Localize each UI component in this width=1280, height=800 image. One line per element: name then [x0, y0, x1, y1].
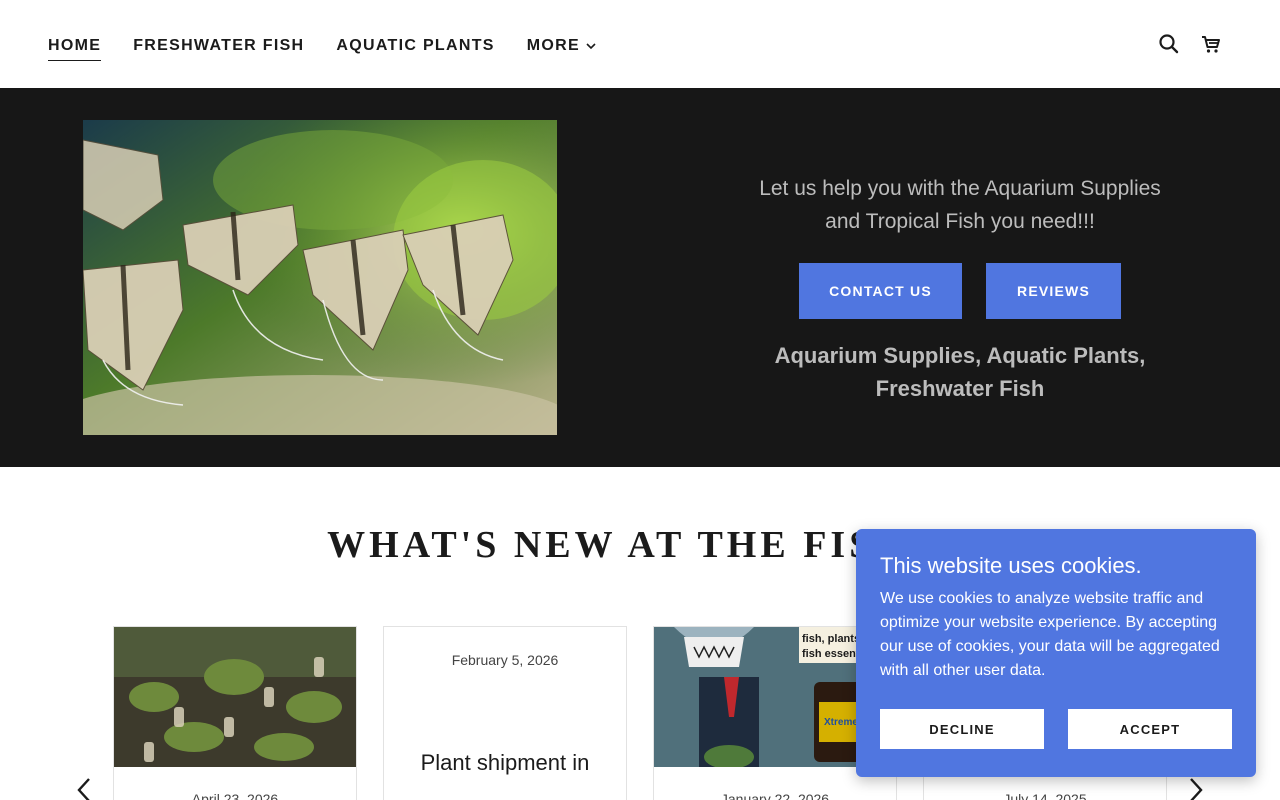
card-jar-text: Xtreme — [824, 717, 858, 728]
carousel-prev-arrow-icon[interactable] — [74, 776, 94, 800]
hero-subtitle: Aquarium Supplies, Aquatic Plants, Fresh… — [774, 343, 1146, 401]
hero-buttons: CONTACT US REVIEWS — [740, 263, 1180, 319]
page: HOME FRESHWATER FISH AQUATIC PLANTS MORE — [0, 0, 1280, 800]
hero-tagline: Let us help you with the Aquarium Suppli… — [759, 177, 1161, 233]
nav-more[interactable]: MORE — [527, 37, 596, 55]
cookie-buttons: DECLINE ACCEPT — [880, 709, 1232, 749]
hero-section: Let us help you with the Aquarium Suppli… — [0, 88, 1280, 467]
nav-more-label: MORE — [526, 37, 580, 54]
carousel-next-arrow-icon[interactable] — [1186, 776, 1206, 800]
nav-freshwater-fish-label: FRESHWATER FISH — [133, 37, 305, 54]
cart-icon[interactable] — [1200, 33, 1222, 55]
hero-text-block: Let us help you with the Aquarium Suppli… — [740, 172, 1180, 405]
nav-home[interactable]: HOME — [48, 37, 102, 61]
cookie-banner: This website uses cookies. We use cookie… — [856, 529, 1256, 777]
accept-button[interactable]: ACCEPT — [1068, 709, 1232, 749]
nav-home-label: HOME — [48, 37, 102, 54]
card-date: January 22, 2026 — [720, 791, 830, 800]
card-plants-image — [114, 627, 356, 767]
blog-card[interactable]: April 23, 2026 — [113, 626, 357, 800]
site-header: HOME FRESHWATER FISH AQUATIC PLANTS MORE — [0, 0, 1280, 88]
card-image-text-2: fish essenti — [802, 648, 863, 660]
cookie-body: We use cookies to analyze website traffi… — [880, 590, 1220, 679]
chevron-down-icon — [586, 43, 596, 50]
header-icons — [1158, 33, 1222, 55]
nav-aquatic-plants[interactable]: AQUATIC PLANTS — [336, 37, 494, 55]
cookie-title: This website uses cookies. — [880, 553, 1142, 578]
hero-angelfish-image — [83, 120, 557, 435]
blog-card[interactable]: February 5, 2026 Plant shipment in — [383, 626, 627, 800]
main-nav: HOME FRESHWATER FISH AQUATIC PLANTS MORE — [48, 37, 596, 61]
card-date: February 5, 2026 — [451, 652, 559, 668]
decline-button[interactable]: DECLINE — [880, 709, 1044, 749]
card-date: July 14, 2025 — [1003, 791, 1087, 800]
reviews-button[interactable]: REVIEWS — [986, 263, 1121, 319]
nav-aquatic-plants-label: AQUATIC PLANTS — [336, 37, 495, 54]
contact-us-button[interactable]: CONTACT US — [799, 263, 962, 319]
card-title: Plant shipment in — [420, 750, 590, 775]
search-icon[interactable] — [1158, 33, 1180, 55]
nav-freshwater-fish[interactable]: FRESHWATER FISH — [133, 37, 304, 55]
card-date: April 23, 2026 — [191, 791, 279, 800]
